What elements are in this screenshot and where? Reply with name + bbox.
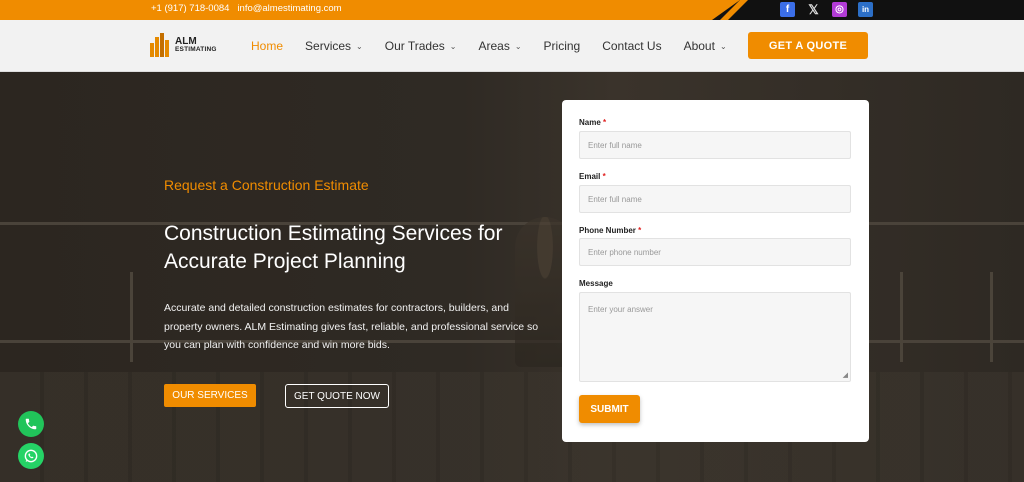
message-textarea[interactable]: Enter your answer ◢	[579, 292, 851, 382]
social-links: f 𝕏 ◎ in	[780, 2, 873, 17]
resize-handle-icon[interactable]: ◢	[843, 371, 848, 379]
call-float-button[interactable]	[18, 411, 44, 437]
logo-text: ALM ESTIMATING	[175, 36, 217, 54]
nav-our-trades[interactable]: Our Trades ⌄	[385, 39, 457, 53]
chevron-down-icon: ⌄	[719, 41, 727, 51]
nav-about[interactable]: About ⌄	[684, 39, 727, 53]
estimate-form: Name * Enter full name Email * Enter ful…	[562, 100, 869, 442]
hero-description: Accurate and detailed construction estim…	[164, 302, 539, 351]
top-contact: +1 (917) 718-0084 info@almestimating.com	[151, 3, 342, 14]
x-icon[interactable]: 𝕏	[806, 2, 821, 17]
logo-building-icon	[150, 33, 172, 57]
email-label: Email *	[579, 172, 606, 181]
nav-home[interactable]: Home	[251, 39, 283, 53]
chevron-down-icon: ⌄	[356, 41, 363, 51]
email-input[interactable]: Enter full name	[579, 185, 851, 213]
nav-pricing-label: Pricing	[543, 39, 581, 53]
logo-line2: ESTIMATING	[175, 45, 217, 53]
chevron-down-icon: ⌄	[449, 41, 457, 51]
phone-label: Phone Number *	[579, 226, 642, 235]
top-bar: +1 (917) 718-0084 info@almestimating.com…	[0, 0, 1024, 20]
hero-eyebrow: Request a Construction Estimate	[164, 177, 369, 193]
whatsapp-icon	[24, 449, 38, 463]
whatsapp-float-button[interactable]	[18, 443, 44, 469]
nav-areas[interactable]: Areas ⌄	[478, 39, 521, 53]
nav-our-trades-label: Our Trades	[384, 39, 445, 53]
get-a-quote-button[interactable]: GET A QUOTE	[748, 32, 868, 59]
linkedin-icon[interactable]: in	[858, 2, 873, 17]
background-floor	[0, 372, 1024, 482]
submit-button[interactable]: SUBMIT	[579, 395, 640, 423]
hero-section: Request a Construction Estimate Construc…	[0, 72, 1024, 482]
phone-icon	[25, 418, 37, 430]
logo[interactable]: ALM ESTIMATING	[150, 33, 217, 57]
nav-services[interactable]: Services ⌄	[305, 39, 363, 53]
nav-contact-us[interactable]: Contact Us	[602, 39, 661, 53]
name-label: Name *	[579, 118, 607, 127]
chevron-down-icon: ⌄	[514, 41, 522, 51]
name-input[interactable]: Enter full name	[579, 131, 851, 159]
message-label: Message	[579, 279, 613, 288]
message-placeholder: Enter your answer	[588, 305, 653, 314]
nav-home-label: Home	[251, 39, 284, 53]
nav-services-label: Services	[305, 39, 352, 53]
nav-about-label: About	[683, 39, 715, 53]
instagram-icon[interactable]: ◎	[832, 2, 847, 17]
phone-input[interactable]: Enter phone number	[579, 238, 851, 266]
main-nav: Home Services ⌄ Our Trades ⌄ Areas ⌄ Pricin…	[251, 20, 749, 72]
facebook-icon[interactable]: f	[780, 2, 795, 17]
phone-link[interactable]: +1 (917) 718-0084	[151, 3, 229, 14]
nav-areas-label: Areas	[478, 39, 510, 53]
get-quote-now-button[interactable]: GET QUOTE NOW	[285, 384, 389, 408]
our-services-button[interactable]: OUR SERVICES	[164, 384, 256, 407]
nav-contact-label: Contact Us	[602, 39, 662, 53]
site-header: ALM ESTIMATING Home Services ⌄ Our Trades…	[0, 20, 1024, 72]
email-link[interactable]: info@almestimating.com	[237, 3, 341, 14]
nav-pricing[interactable]: Pricing	[544, 39, 581, 53]
hero-title: Construction Estimating Services for Acc…	[164, 222, 503, 273]
